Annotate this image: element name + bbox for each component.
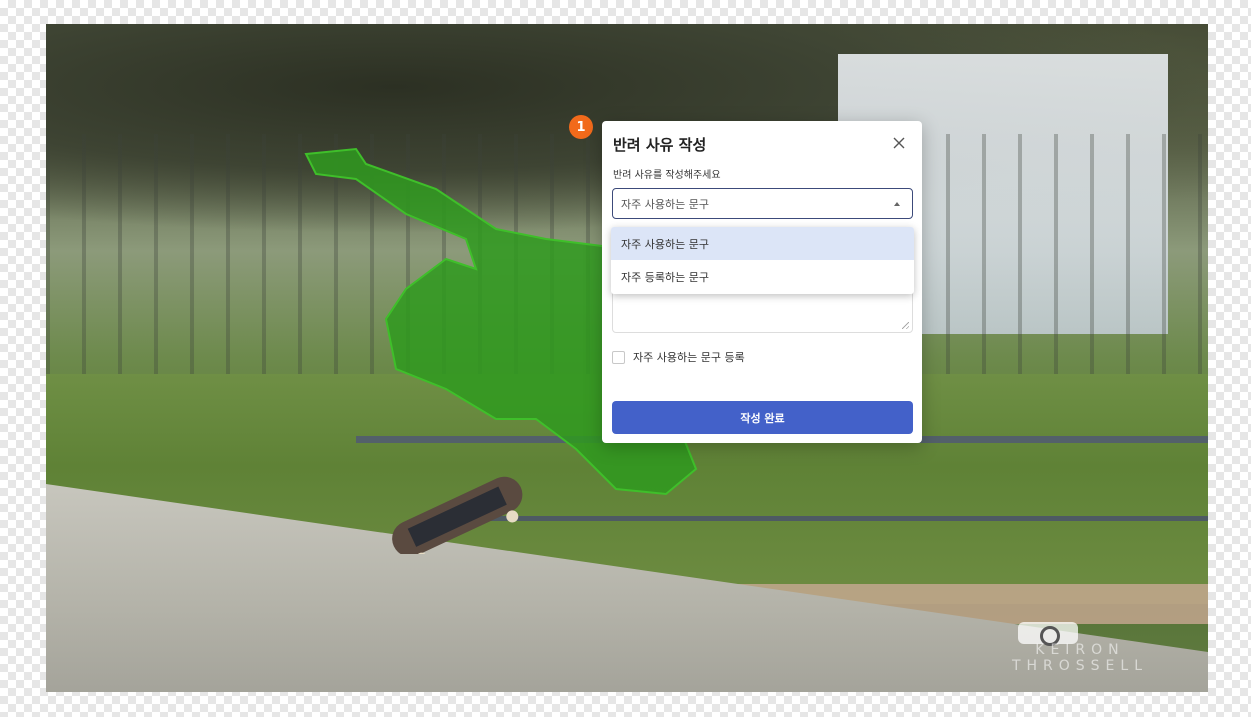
step-badge: 1 xyxy=(569,115,593,139)
select-value: 자주 사용하는 문구 xyxy=(621,197,709,211)
register-phrase-checkbox[interactable] xyxy=(612,350,625,364)
dialog-title: 반려 사유 작성 xyxy=(613,136,707,154)
checkbox-label: 자주 사용하는 문구 등록 xyxy=(633,351,745,364)
close-button[interactable] xyxy=(890,134,908,152)
phrase-dropdown: 자주 사용하는 문구 자주 등록하는 문구 xyxy=(611,227,914,294)
phrase-select[interactable]: 자주 사용하는 문구 xyxy=(612,188,913,219)
register-phrase-row[interactable]: 자주 사용하는 문구 등록 xyxy=(612,349,745,365)
submit-button[interactable]: 작성 완료 xyxy=(612,401,913,434)
watermark-line1: KEIRON xyxy=(1035,642,1125,658)
camera-icon xyxy=(1018,622,1078,646)
dropdown-option[interactable]: 자주 등록하는 문구 xyxy=(611,260,914,293)
close-icon xyxy=(893,137,905,149)
dialog-subtitle: 반려 사유를 작성해주세요 xyxy=(613,170,721,181)
caret-up-icon xyxy=(894,202,900,206)
rail xyxy=(466,516,1208,521)
resize-handle-icon[interactable] xyxy=(902,322,909,329)
skateboard xyxy=(392,476,523,554)
watermark: KEIRON THROSSELL xyxy=(1012,642,1148,674)
dropdown-option[interactable]: 자주 사용하는 문구 xyxy=(611,227,914,260)
watermark-line2: THROSSELL xyxy=(1011,658,1148,674)
